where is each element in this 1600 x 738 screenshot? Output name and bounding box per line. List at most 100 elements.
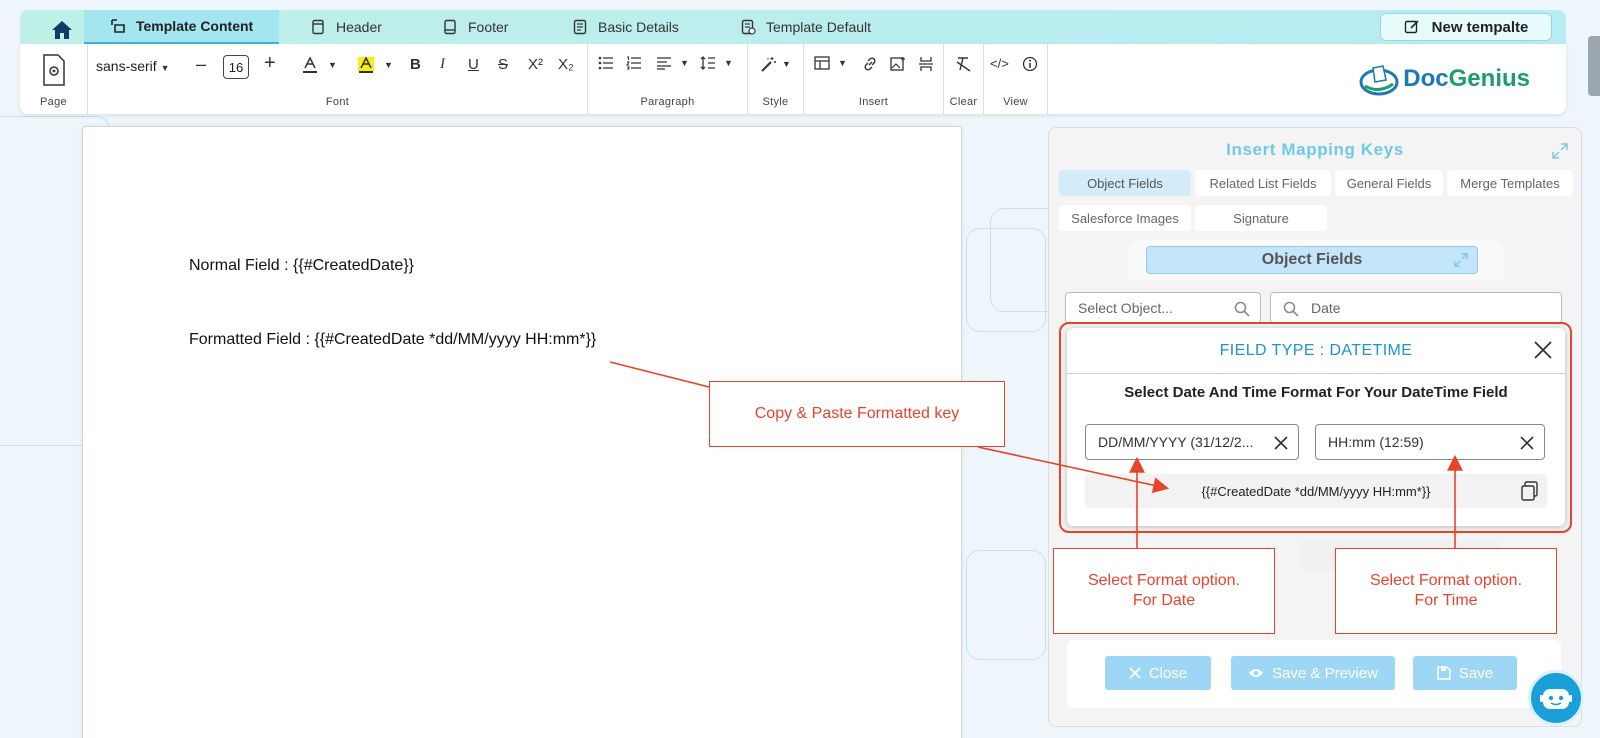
bold-icon: B [410, 56, 421, 73]
style-button[interactable]: ▼ [760, 56, 791, 72]
info-icon [1022, 56, 1038, 72]
clear-date-format-button[interactable] [1274, 430, 1288, 455]
decrease-font-button[interactable]: – [196, 54, 206, 75]
insert-image-button[interactable] [890, 56, 906, 72]
modal-title: FIELD TYPE : DATETIME [1219, 341, 1413, 359]
callout-line: For Date [1132, 592, 1196, 609]
group-label: View [1003, 96, 1028, 108]
font-family-select[interactable]: sans-serif ▼ [96, 58, 170, 74]
superscript-icon: X² [528, 56, 543, 73]
font-color-button[interactable]: ▼ [302, 56, 337, 74]
copy-key-button[interactable] [1519, 480, 1541, 505]
toolbar-group-insert: ▼ Insert [804, 44, 944, 114]
datetime-format-modal: FIELD TYPE : DATETIME Select Date And Ti… [1067, 328, 1565, 526]
bold-button[interactable]: B [410, 56, 421, 73]
editor-toolbar: Page sans-serif ▼ – 16 + ▼ ▼ B I U S X² … [20, 44, 1566, 114]
normal-field-line[interactable]: Normal Field : {{#CreatedDate}} [189, 257, 414, 275]
clear-format-button[interactable] [956, 56, 972, 72]
template-default-icon [741, 19, 756, 35]
source-code-button[interactable]: </> [990, 56, 1009, 71]
save-preview-button[interactable]: Save & Preview [1231, 656, 1395, 690]
group-label: Style [762, 96, 789, 108]
subscript-icon: X₂ [558, 56, 574, 73]
tab-label: Template Content [136, 18, 254, 34]
code-icon: </> [990, 56, 1009, 71]
select-object-input[interactable]: Select Object... [1065, 292, 1261, 324]
chip-general-fields[interactable]: General Fields [1335, 170, 1443, 196]
strikethrough-icon: S [498, 56, 509, 73]
tab-label: Basic Details [598, 19, 679, 35]
chip-object-fields[interactable]: Object Fields [1059, 170, 1191, 196]
info-button[interactable] [1022, 56, 1038, 72]
tab-footer[interactable]: Footer [442, 10, 508, 44]
clear-time-format-button[interactable] [1520, 430, 1534, 455]
tab-header[interactable]: Header [310, 10, 382, 44]
time-format-select[interactable]: HH:mm (12:59) [1315, 424, 1545, 460]
page-settings-icon [43, 54, 65, 86]
chevron-down-icon: ▼ [724, 58, 733, 68]
strikethrough-button[interactable]: S [498, 56, 508, 73]
group-label: Font [325, 96, 350, 108]
chip-signature[interactable]: Signature [1195, 205, 1327, 231]
copy-icon [1521, 481, 1538, 501]
new-template-label: New tempalte [1431, 18, 1529, 36]
callout-line: Select Format option. [1087, 572, 1241, 589]
callout-copy-key: Copy & Paste Formatted key [709, 381, 1005, 447]
tab-basic-details[interactable]: Basic Details [572, 10, 679, 44]
formatted-field-line[interactable]: Formatted Field : {{#CreatedDate *dd/MM/… [189, 331, 596, 349]
robot-icon [1540, 689, 1572, 709]
chip-related-list-fields[interactable]: Related List Fields [1195, 170, 1331, 196]
background-decoration [966, 550, 1046, 660]
side-collapse-handle[interactable] [1588, 36, 1600, 96]
background-decoration [966, 228, 1046, 332]
toolbar-group-style: ▼ Style [748, 44, 804, 114]
highlight-icon [358, 56, 374, 73]
insert-table-button[interactable]: ▼ [814, 56, 847, 70]
close-button[interactable]: Close [1105, 656, 1211, 690]
chip-salesforce-images[interactable]: Salesforce Images [1059, 205, 1191, 231]
logo-mark-icon [1359, 65, 1399, 96]
expand-panel-button[interactable] [1551, 142, 1569, 165]
tab-template-content[interactable]: Template Content [84, 10, 280, 44]
italic-button[interactable]: I [440, 56, 445, 73]
toolbar-group-view: </> View [984, 44, 1048, 114]
bullet-list-button[interactable] [598, 56, 614, 70]
image-icon [890, 57, 905, 71]
home-button[interactable] [40, 16, 84, 44]
save-button[interactable]: Save [1413, 656, 1517, 690]
font-size-input[interactable]: 16 [223, 55, 249, 79]
new-template-button[interactable]: New tempalte [1380, 13, 1552, 41]
group-label: Insert [858, 96, 889, 108]
header-icon [312, 19, 324, 35]
date-format-value: DD/MM/YYYY (31/12/2... [1098, 434, 1254, 450]
align-button[interactable]: ▼ [656, 56, 689, 70]
magic-wand-icon [761, 57, 776, 72]
chip-merge-templates[interactable]: Merge Templates [1447, 170, 1573, 196]
increase-font-button[interactable]: + [264, 52, 276, 75]
highlight-color-button[interactable]: ▼ [358, 56, 393, 74]
chatbot-button[interactable] [1528, 670, 1584, 726]
page-settings-button[interactable] [42, 54, 66, 86]
tab-label: Template Default [766, 19, 872, 35]
superscript-button[interactable]: X² [528, 56, 543, 73]
save-icon [1437, 666, 1451, 680]
line-spacing-button[interactable]: ▼ [700, 56, 733, 70]
subscript-button[interactable]: X₂ [558, 56, 574, 73]
close-icon [1520, 436, 1534, 450]
object-fields-header[interactable]: Object Fields [1146, 246, 1478, 274]
underline-button[interactable]: U [468, 56, 479, 73]
insert-link-button[interactable] [862, 56, 878, 72]
tab-template-default[interactable]: Template Default [740, 10, 871, 44]
date-format-select[interactable]: DD/MM/YYYY (31/12/2... [1085, 424, 1299, 460]
tab-label: Footer [468, 19, 509, 35]
formatted-key-display[interactable]: {{#CreatedDate *dd/MM/yyyy HH:mm*}} [1085, 474, 1547, 508]
numbered-list-button[interactable] [626, 56, 642, 70]
basic-details-icon [573, 19, 587, 35]
toolbar-group-paragraph: ▼ ▼ Paragraph [588, 44, 748, 114]
group-label: Page [40, 96, 67, 108]
chevron-down-icon: ▼ [160, 63, 170, 73]
field-search-input[interactable]: Date [1270, 292, 1562, 324]
modal-close-button[interactable] [1533, 340, 1553, 366]
page-break-button[interactable] [918, 56, 934, 72]
callout-line: For Time [1414, 592, 1478, 609]
